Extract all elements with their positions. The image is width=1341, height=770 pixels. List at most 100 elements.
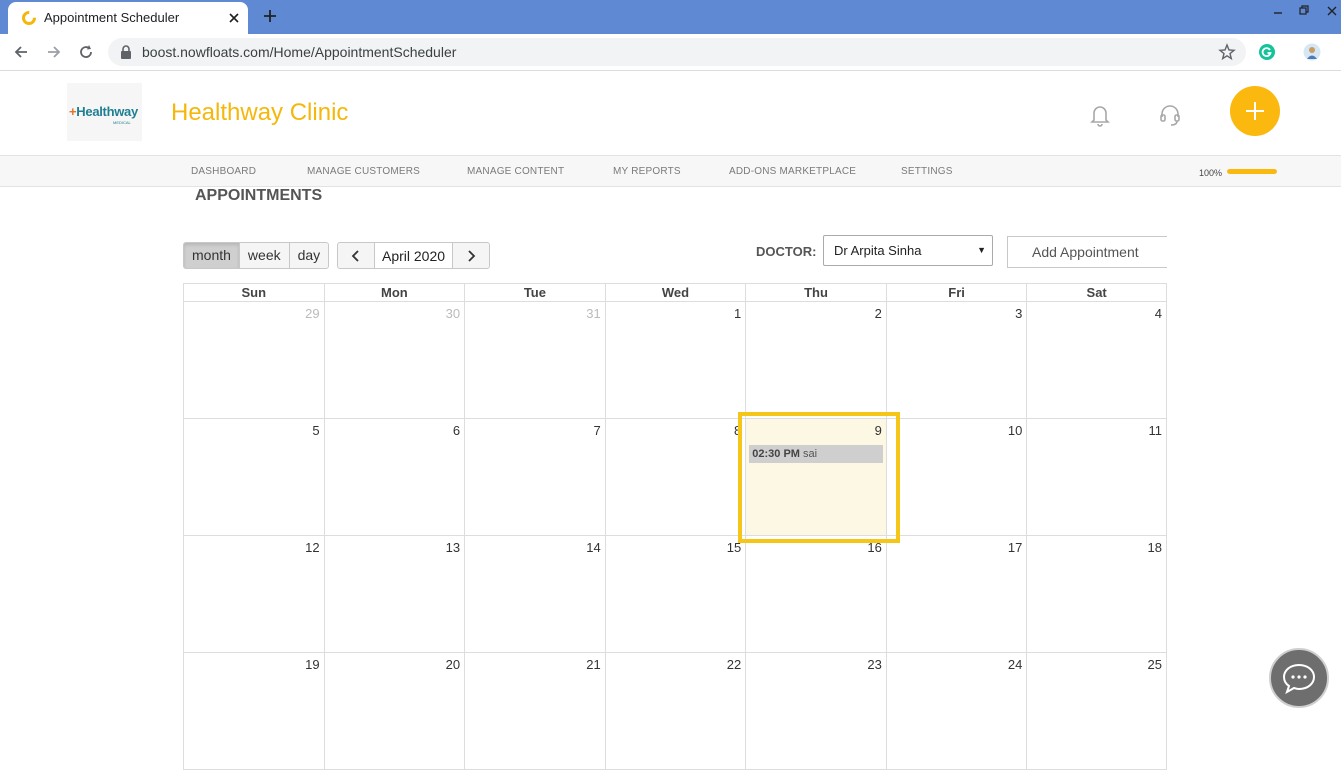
calendar-day-cell[interactable]: 20 (323, 653, 465, 770)
calendar-day-cell[interactable]: 23 (745, 653, 886, 770)
day-number: 13 (445, 540, 461, 555)
restore-window-icon[interactable] (1298, 4, 1310, 16)
chat-bubble-icon (1282, 663, 1316, 695)
clinic-logo[interactable]: +Healthway MEDICAL (67, 83, 142, 141)
day-number: 7 (593, 423, 601, 438)
calendar-day-cell[interactable]: 12 (183, 536, 324, 653)
calendar-day-cell[interactable]: 30 (323, 302, 465, 419)
day-number: 9 (874, 423, 882, 438)
close-tab-icon[interactable] (226, 10, 242, 26)
calendar-day-cell[interactable]: 1 (604, 302, 746, 419)
calendar-day-cell[interactable]: 4 (1026, 302, 1167, 419)
day-number: 3 (1015, 306, 1023, 321)
calendar-day-cell[interactable]: 13 (323, 536, 465, 653)
add-plus-button[interactable] (1230, 86, 1280, 136)
weekday-header: Mon (323, 284, 465, 302)
bookmark-star-icon[interactable] (1218, 43, 1236, 61)
calendar-day-cell[interactable]: 11 (1026, 419, 1167, 536)
day-number: 5 (312, 423, 320, 438)
nav-item-dashboard[interactable]: DASHBOARD (191, 166, 256, 177)
day-number: 23 (867, 657, 882, 672)
previous-month-button[interactable] (337, 242, 375, 269)
calendar-day-cell[interactable]: 5 (183, 419, 324, 536)
url-text: boost.nowfloats.com/Home/AppointmentSche… (142, 44, 457, 60)
nowfloats-favicon-icon (22, 11, 36, 25)
day-number: 12 (305, 540, 320, 555)
view-week-button[interactable]: week (238, 242, 290, 269)
calendar-day-cell[interactable]: 2 (745, 302, 886, 419)
day-number: 10 (1007, 423, 1023, 438)
calendar-day-cell[interactable]: 21 (464, 653, 605, 770)
view-day-button[interactable]: day (288, 242, 330, 269)
doctor-label: DOCTOR: (756, 244, 817, 259)
minimize-window-icon[interactable] (1272, 5, 1284, 17)
reload-icon[interactable] (77, 43, 95, 61)
calendar-day-cell-today[interactable]: 9 02:30 PM sai (745, 419, 886, 536)
browser-tab[interactable]: Appointment Scheduler (8, 2, 248, 34)
day-number: 29 (305, 306, 320, 321)
day-number: 15 (726, 540, 742, 555)
day-number: 14 (586, 540, 601, 555)
nav-item-manage-content[interactable]: MANAGE CONTENT (467, 166, 564, 177)
weekday-header: Wed (604, 284, 746, 302)
address-bar[interactable]: boost.nowfloats.com/Home/AppointmentSche… (108, 38, 1246, 66)
calendar-day-cell[interactable]: 29 (183, 302, 324, 419)
calendar-day-cell[interactable]: 14 (464, 536, 605, 653)
doctor-select[interactable]: Dr Arpita Sinha ▼ (823, 235, 993, 266)
appointment-event[interactable]: 02:30 PM sai (749, 445, 883, 463)
profile-avatar-icon[interactable] (1303, 43, 1321, 61)
day-number: 11 (1148, 423, 1162, 438)
doctor-selected-value: Dr Arpita Sinha (834, 243, 922, 258)
weekday-header: Fri (885, 284, 1027, 302)
next-month-button[interactable] (452, 242, 491, 269)
calendar-day-cell[interactable]: 25 (1026, 653, 1167, 770)
calendar-day-cell[interactable]: 18 (1026, 536, 1167, 653)
current-month-label: April 2020 (375, 242, 453, 269)
nav-item-my-reports[interactable]: MY REPORTS (613, 166, 681, 177)
close-window-icon[interactable] (1326, 5, 1338, 17)
day-number: 1 (734, 306, 742, 321)
profile-completion-label: 100% (1199, 168, 1223, 178)
app-header: +Healthway MEDICAL Healthway Clinic (0, 71, 1341, 155)
day-number: 24 (1007, 657, 1023, 672)
calendar-day-cell[interactable]: 6 (323, 419, 465, 536)
calendar-day-cell[interactable]: 31 (464, 302, 605, 419)
grammarly-extension-icon[interactable] (1258, 43, 1276, 61)
calendar-day-cell[interactable]: 3 (885, 302, 1027, 419)
calendar-day-cell[interactable]: 10 (885, 419, 1027, 536)
chat-widget-button[interactable] (1269, 648, 1329, 708)
day-number: 25 (1147, 657, 1162, 672)
logo-subtext: MEDICAL (113, 120, 131, 125)
calendar-day-cell[interactable]: 8 (604, 419, 746, 536)
nav-item-manage-customers[interactable]: MANAGE CUSTOMERS (307, 166, 420, 177)
calendar-day-cell[interactable]: 15 (604, 536, 746, 653)
weekday-header: Sat (1026, 284, 1167, 302)
calendar-day-cell[interactable]: 17 (885, 536, 1027, 653)
calendar-week-row: 29 30 31 1 2 3 4 (183, 302, 1167, 419)
day-number: 18 (1147, 540, 1162, 555)
bell-icon[interactable] (1089, 103, 1111, 127)
back-arrow-icon[interactable] (12, 43, 30, 61)
chevron-left-icon (351, 249, 359, 262)
calendar-day-cell[interactable]: 16 (745, 536, 886, 653)
new-tab-icon[interactable] (262, 8, 278, 24)
calendar-day-cell[interactable]: 7 (464, 419, 605, 536)
profile-completion-fill (1227, 169, 1277, 174)
view-toggle-group: month week day (183, 242, 330, 269)
nav-item-add-ons-marketplace[interactable]: ADD-ONS MARKETPLACE (729, 166, 856, 177)
calendar-day-cell[interactable]: 22 (604, 653, 746, 770)
month-calendar: Sun Mon Tue Wed Thu Fri Sat 29 30 31 1 2… (183, 283, 1167, 770)
lock-icon (121, 45, 131, 59)
nav-item-settings[interactable]: SETTINGS (901, 166, 953, 177)
view-month-button[interactable]: month (183, 242, 240, 269)
weekday-header: Thu (745, 284, 886, 302)
weekday-header: Sun (183, 284, 324, 302)
calendar-day-cell[interactable]: 24 (885, 653, 1027, 770)
forward-arrow-icon[interactable] (45, 43, 63, 61)
day-number: 22 (726, 657, 742, 672)
headset-support-icon[interactable] (1158, 103, 1182, 127)
clinic-name: Healthway Clinic (171, 99, 349, 126)
add-appointment-button[interactable]: Add Appointment (1007, 236, 1167, 268)
calendar-day-cell[interactable]: 19 (183, 653, 324, 770)
profile-completion-bar (1227, 169, 1277, 174)
